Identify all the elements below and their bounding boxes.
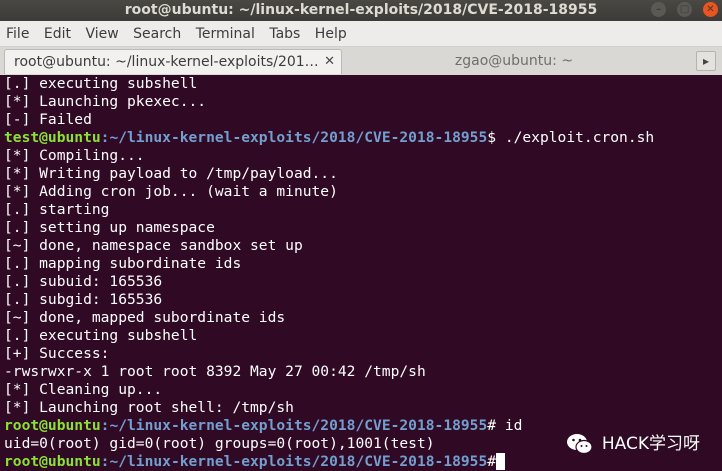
menu-view[interactable]: View: [79, 21, 122, 47]
menu-terminal[interactable]: Terminal: [190, 21, 259, 47]
command-text: ./exploit.cron.sh: [504, 129, 655, 146]
terminal-window: root@ubuntu: ~/linux-kernel-exploits/201…: [0, 0, 722, 471]
output-line: [+] Success:: [4, 345, 110, 362]
menu-file[interactable]: File: [0, 21, 33, 47]
tab-label: root@ubuntu: ~/linux-kernel-exploits/201…: [14, 54, 319, 70]
prompt-line: test@ubuntu:~/linux-kernel-exploits/2018…: [4, 129, 654, 147]
menu-bar: File Edit View Search Terminal Tabs Help: [0, 21, 722, 47]
maximize-icon[interactable]: □: [677, 2, 693, 17]
output-line: [.] subuid: 165536: [4, 273, 163, 290]
terminal-output[interactable]: [.] executing subshell [*] Launching pke…: [0, 75, 722, 471]
window-controls: – □ ✕: [645, 2, 718, 19]
output-line: -rwsrwxr-x 1 root root 8392 May 27 00:42…: [4, 363, 426, 380]
output-line: [.] mapping subordinate ids: [4, 255, 242, 272]
output-line: [*] Writing payload to /tmp/payload...: [4, 165, 338, 182]
prompt-path: :~/linux-kernel-exploits/2018/CVE-2018-1…: [100, 417, 488, 434]
prompt-symbol: #: [487, 453, 497, 470]
prompt-symbol: $: [487, 129, 505, 146]
prompt-user: root@ubuntu: [4, 453, 101, 470]
watermark: HACK学习呀: [566, 429, 700, 459]
tab-close-icon[interactable]: ✕: [324, 50, 335, 74]
wechat-icon: [566, 434, 593, 455]
menu-tabs[interactable]: Tabs: [263, 21, 304, 47]
prompt-user: root@ubuntu: [4, 417, 101, 434]
tab-zgao-ubuntu[interactable]: zgao@ubuntu: ~: [344, 49, 684, 73]
output-line: [*] Launching pkexec...: [4, 93, 207, 110]
menu-search[interactable]: Search: [127, 21, 185, 47]
output-line: [.] executing subshell: [4, 75, 198, 92]
output-line: [~] done, namespace sandbox set up: [4, 237, 303, 254]
output-line: [*] Cleaning up...: [4, 381, 163, 398]
prompt-symbol: #: [487, 417, 505, 434]
output-line: [.] setting up namespace: [4, 219, 215, 236]
prompt-path: :~/linux-kernel-exploits/2018/CVE-2018-1…: [100, 453, 488, 470]
command-text: id: [504, 417, 523, 434]
output-line: [*] Launching root shell: /tmp/sh: [4, 399, 294, 416]
output-line: [.] subgid: 165536: [4, 291, 163, 308]
window-title: root@ubuntu: ~/linux-kernel-exploits/201…: [124, 2, 598, 18]
tab-bar: root@ubuntu: ~/linux-kernel-exploits/201…: [0, 47, 722, 75]
output-line: uid=0(root) gid=0(root) groups=0(root),1…: [4, 435, 435, 452]
prompt-line: root@ubuntu:~/linux-kernel-exploits/2018…: [4, 417, 522, 435]
menu-edit[interactable]: Edit: [38, 21, 75, 47]
new-tab-icon: ▸: [702, 54, 710, 68]
tab-label: zgao@ubuntu: ~: [454, 53, 574, 69]
output-line: [.] executing subshell: [4, 327, 198, 344]
output-line: [~] done, mapped subordinate ids: [4, 309, 286, 326]
prompt-path: :~/linux-kernel-exploits/2018/CVE-2018-1…: [100, 129, 488, 146]
text-cursor: [496, 453, 506, 470]
prompt-user: test@ubuntu: [4, 129, 101, 146]
prompt-line: root@ubuntu:~/linux-kernel-exploits/2018…: [4, 453, 506, 471]
output-line: [*] Compiling...: [4, 147, 145, 164]
tab-root-ubuntu[interactable]: root@ubuntu: ~/linux-kernel-exploits/201…: [4, 49, 342, 74]
close-icon[interactable]: ✕: [703, 2, 718, 17]
output-line: [*] Adding cron job... (wait a minute): [4, 183, 338, 200]
output-line: [.] starting: [4, 201, 110, 218]
output-line: [-] Failed: [4, 111, 92, 128]
minimize-icon[interactable]: –: [651, 2, 667, 17]
new-tab-button[interactable]: ▸: [696, 51, 716, 71]
menu-help[interactable]: Help: [309, 21, 351, 47]
watermark-text: HACK学习呀: [601, 434, 700, 454]
title-bar[interactable]: root@ubuntu: ~/linux-kernel-exploits/201…: [0, 0, 722, 21]
